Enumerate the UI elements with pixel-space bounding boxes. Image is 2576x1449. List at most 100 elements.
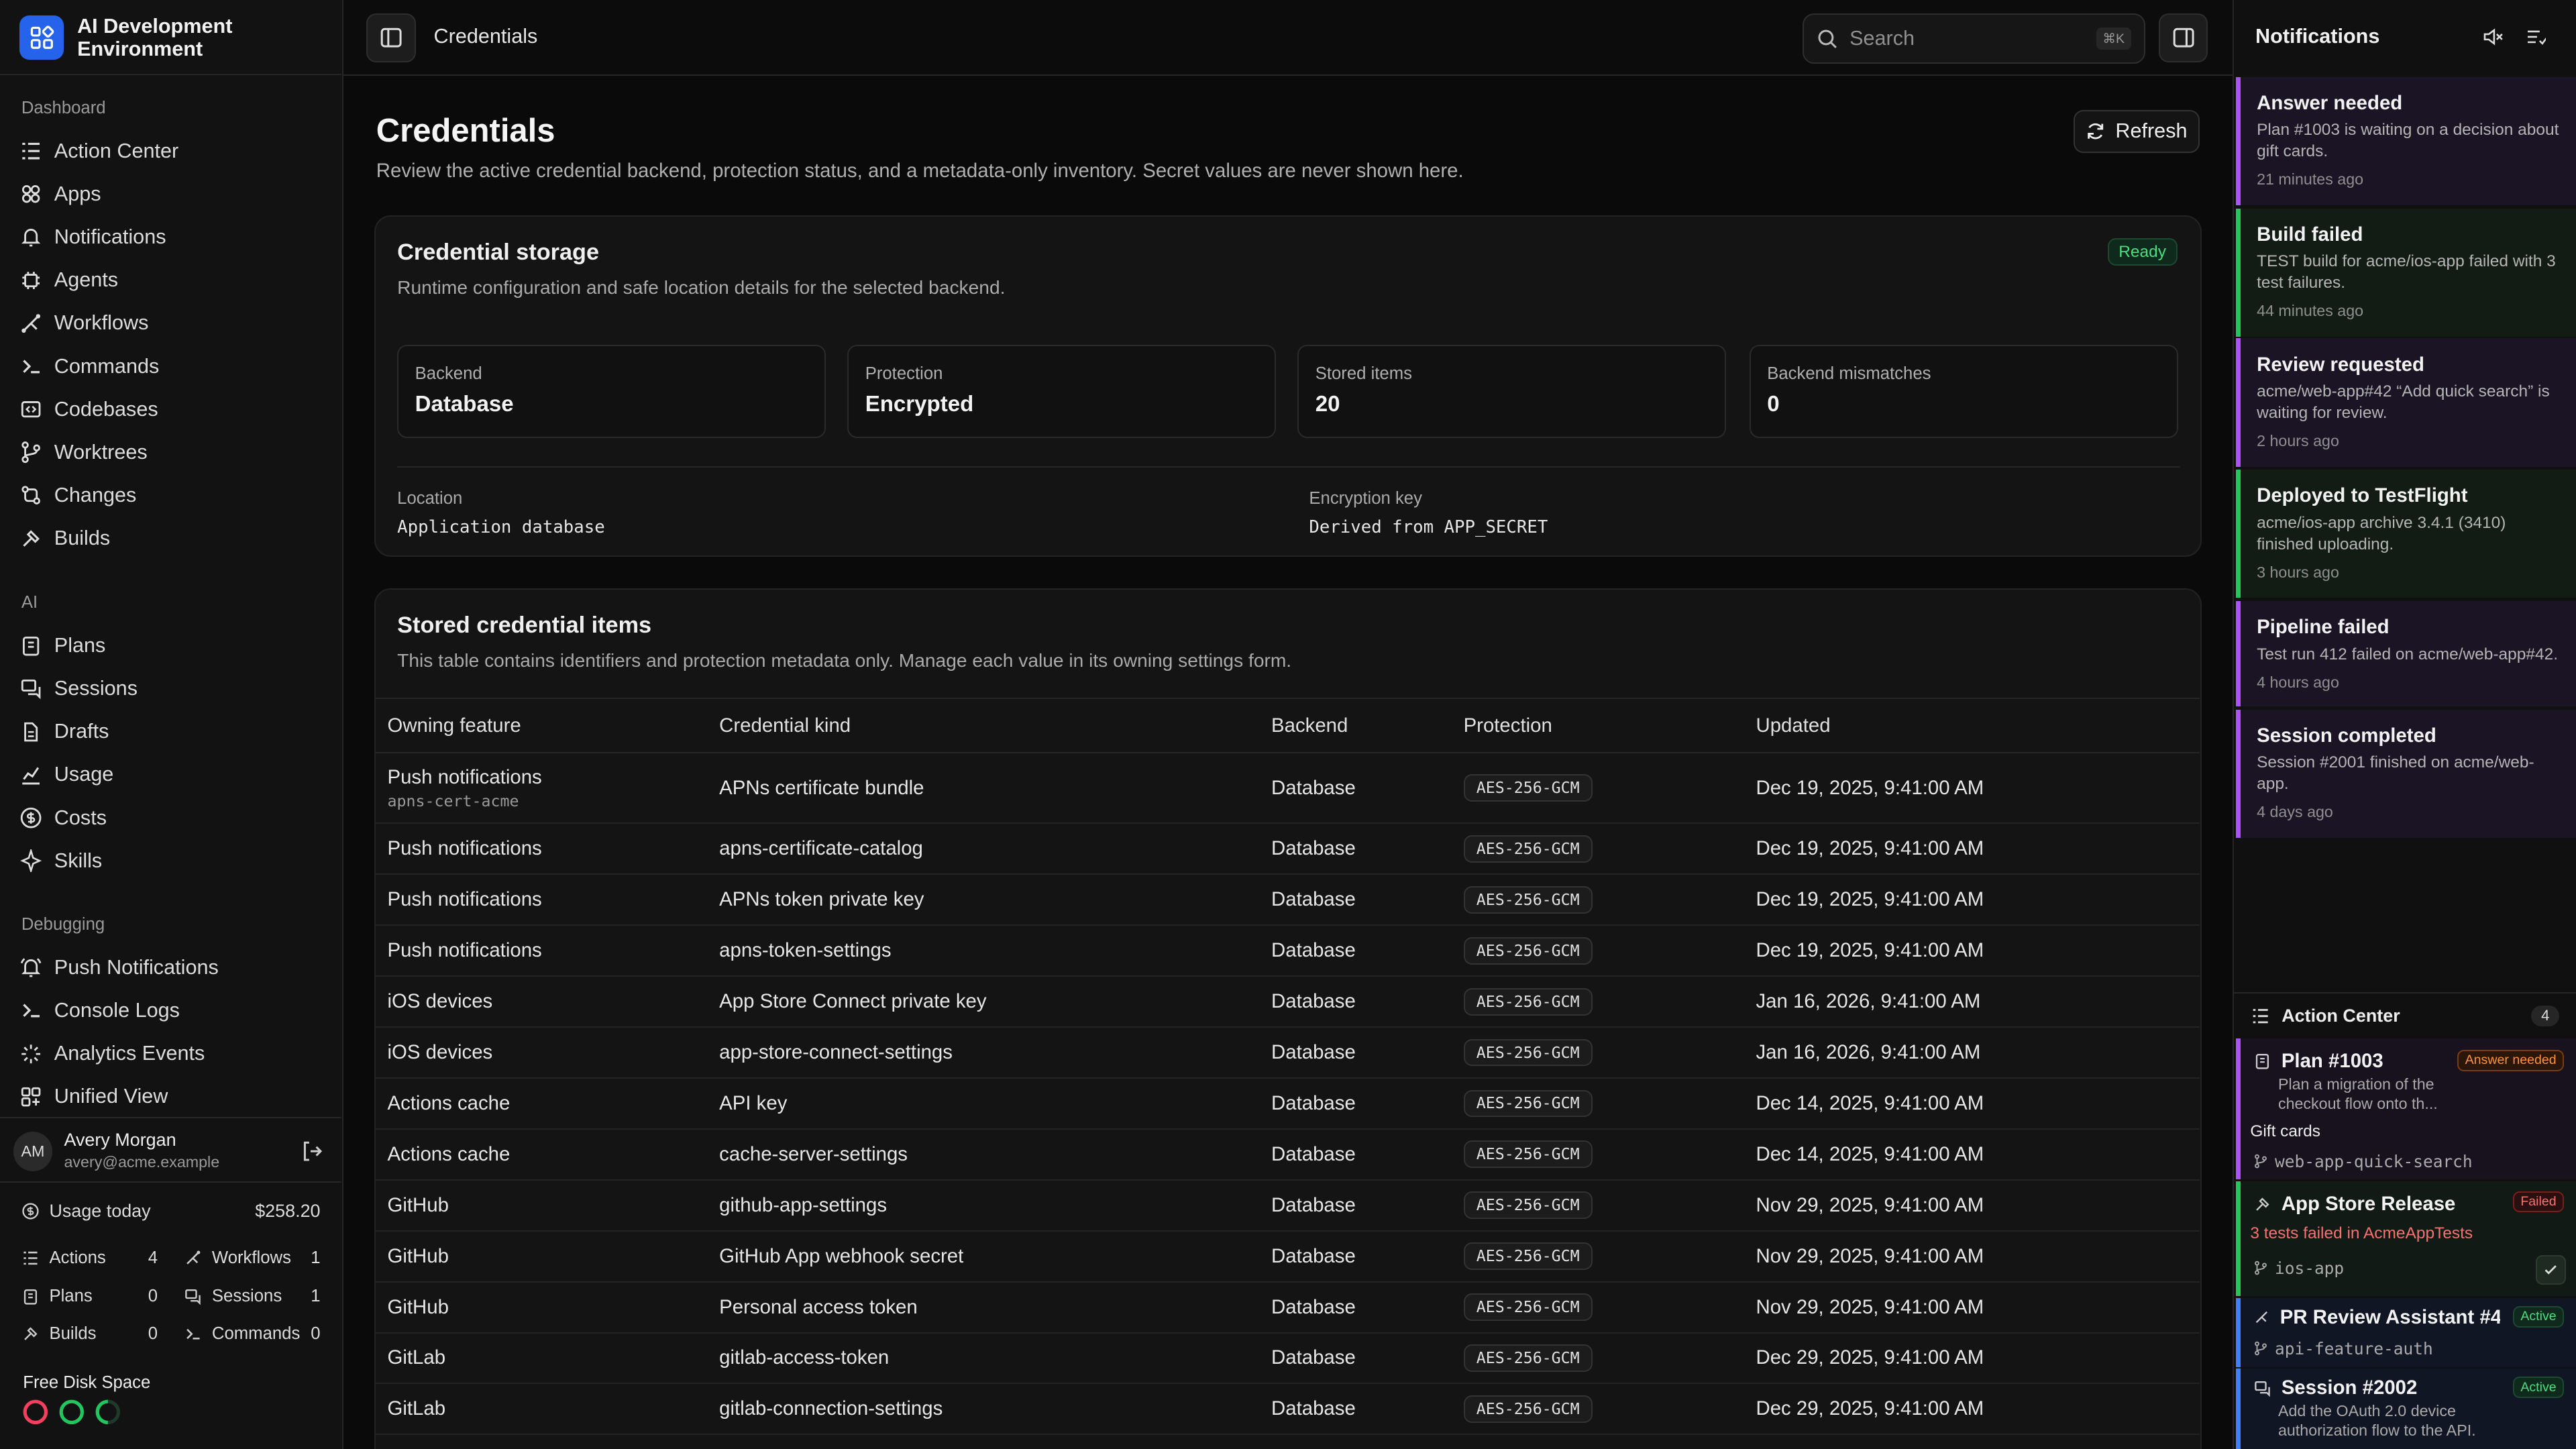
notification-item[interactable]: Answer needed Plan #1003 is waiting on a … (2235, 77, 2576, 206)
section-ai: AI (21, 593, 38, 612)
stat-commands[interactable]: Commands 0 (184, 1324, 321, 1344)
feature-name: iOS devices (387, 990, 493, 1013)
sidebar-item-worktrees[interactable]: Worktrees (19, 435, 325, 471)
usage-today[interactable]: Usage today $258.20 (21, 1201, 321, 1222)
feature-identifier: apns-cert-acme (387, 792, 519, 810)
notification-item[interactable]: Deployed to TestFlight acme/ios-app archi… (2235, 470, 2576, 598)
cell-protection: AES-256-GCM (1452, 753, 1745, 824)
sidebar-item-commands[interactable]: Commands (19, 348, 325, 384)
sidebar-item-apps[interactable]: Apps (19, 176, 325, 213)
usage-amount: $258.20 (255, 1201, 321, 1222)
mark-all-read-icon[interactable] (2525, 26, 2546, 48)
notifications-panel: Notifications Answer needed Plan #1003 is… (2233, 0, 2576, 1449)
sidebar-item-drafts[interactable]: Drafts (19, 714, 325, 750)
stat-plans[interactable]: Plans 0 (21, 1287, 158, 1306)
toggle-notifications-button[interactable] (2158, 13, 2208, 63)
search-input[interactable]: Search ⌘K (1802, 13, 2146, 64)
notification-item[interactable]: Pipeline failed Test run 412 failed on ac… (2235, 601, 2576, 707)
table-row[interactable]: GitLab gitlab-access-token Database AES-256… (376, 1332, 2200, 1385)
workflow-icon (2256, 1311, 2268, 1324)
logout-icon[interactable] (301, 1140, 323, 1163)
feature-name: Push notifications (387, 837, 542, 860)
sidebar-item-workflows[interactable]: Workflows (19, 305, 325, 341)
clipboard-icon (23, 1289, 37, 1305)
sidebar: AI Development Environment Dashboard Act… (0, 0, 343, 1449)
stat-actions[interactable]: Actions 4 (21, 1248, 158, 1268)
sidebar-item-console-logs[interactable]: Console Logs (19, 993, 325, 1029)
sidebar-item-analytics-events[interactable]: Analytics Events (19, 1036, 325, 1072)
sidebar-item-changes[interactable]: Changes (19, 478, 325, 514)
sidebar-item-plans[interactable]: Plans (19, 628, 325, 664)
sidebar-item-push-notifications[interactable]: Push Notifications (19, 950, 325, 986)
table-row[interactable]: GitLab gitlab-connection-settings Database… (376, 1383, 2200, 1436)
notification-title: Deployed to TestFlight (2257, 484, 2468, 507)
sidebar-item-label: Console Logs (54, 999, 180, 1022)
refresh-button[interactable]: Refresh (2073, 110, 2200, 153)
table-row[interactable]: GitHub Personal access token Database AES-2… (376, 1281, 2200, 1334)
sidebar-item-costs[interactable]: Costs (19, 800, 325, 836)
clipboard-icon (2256, 1054, 2269, 1070)
git-branch-icon (2255, 1342, 2267, 1356)
table-row[interactable]: Push notifications apns-certificate-catal… (376, 823, 2200, 875)
table-row[interactable]: iOS devices App Store Connect private key… (376, 976, 2200, 1028)
approve-button[interactable] (2536, 1255, 2566, 1285)
disk-usage-rings[interactable] (21, 1398, 121, 1426)
list-check-icon (22, 142, 40, 160)
cell-kind: APNs token private key (708, 874, 1260, 926)
table-row[interactable]: Push notifications APNs token private key… (376, 874, 2200, 926)
sidebar-item-agents[interactable]: Agents (19, 262, 325, 299)
protection-badge: AES-256-GCM (1463, 835, 1593, 863)
action-item-session[interactable]: Session #2002 Active Add the OAuth 2.0 d… (2235, 1368, 2576, 1449)
notification-item[interactable]: Review requested acme/web-app#42 “Add qui… (2235, 338, 2576, 467)
location-label: Location (397, 489, 463, 508)
action-item-release[interactable]: App Store Release Failed 3 tests failed … (2235, 1181, 2576, 1297)
cell-kind: GitHub App webhook secret (708, 1230, 1260, 1283)
user-profile[interactable]: AM Avery Morgan avery@acme.example (0, 1117, 342, 1183)
stat-sessions[interactable]: Sessions 1 (184, 1287, 321, 1306)
table-row[interactable]: Actions cache cache-server-settings Databa… (376, 1128, 2200, 1181)
cell-updated: Dec 14, 2025, 9:41:00 AM (1744, 1077, 2200, 1130)
sidebar-item-label: Usage (54, 763, 114, 786)
stat-builds[interactable]: Builds 0 (21, 1324, 158, 1344)
sidebar-item-skills[interactable]: Skills (19, 843, 325, 879)
git-branch-icon (21, 441, 41, 464)
column-header: Credential kind (708, 698, 1260, 754)
search-shortcut: ⌘K (2096, 27, 2131, 50)
cell-feature: Push notifications apns-cert-acme (376, 753, 708, 824)
cpu-icon (22, 271, 40, 289)
cell-updated: Dec 14, 2025, 9:41:00 AM (1744, 1128, 2200, 1181)
notification-item[interactable]: Session completed Session #2001 finished … (2235, 709, 2576, 838)
sidebar-item-codebases[interactable]: Codebases (19, 391, 325, 427)
table-row[interactable]: iOS devices app-store-connect-settings Dat… (376, 1027, 2200, 1079)
action-item-plan[interactable]: Plan #1003 Answer needed Plan a migratio… (2235, 1038, 2576, 1180)
sidebar-item-sessions[interactable]: Sessions (19, 671, 325, 707)
stat-workflows[interactable]: Workflows 1 (184, 1248, 321, 1268)
metric-value: Encrypted (865, 392, 974, 417)
action-center-header[interactable]: Action Center 4 (2234, 992, 2576, 1038)
table-row[interactable]: Push notifications apns-cert-acme APNs cer… (376, 753, 2200, 824)
brand[interactable]: AI Development Environment (19, 13, 274, 62)
table-row[interactable]: Actions cache API key Database AES-256-GCM D… (376, 1077, 2200, 1130)
action-item-pr-review[interactable]: PR Review Assistant #4... Active api-fea… (2235, 1297, 2576, 1367)
stat-value: 0 (148, 1324, 158, 1343)
table-row[interactable]: GitHub GitHub App webhook secret Database A… (376, 1230, 2200, 1283)
sidebar-item-notifications[interactable]: Notifications (19, 219, 325, 256)
usage-label: Usage today (49, 1201, 151, 1222)
feature-name: GitLab (387, 1346, 446, 1369)
table-row[interactable]: GitHub github-app-settings Database AES-256… (376, 1179, 2200, 1232)
sidebar-item-label: Plans (54, 633, 106, 657)
toggle-sidebar-button[interactable] (366, 13, 416, 63)
mute-icon[interactable] (2482, 26, 2504, 48)
items-subtitle: This table contains identifiers and prot… (397, 650, 1292, 672)
feature-name: Actions cache (387, 1091, 511, 1114)
sidebar-item-usage[interactable]: Usage (19, 757, 325, 793)
sidebar-item-unified-view[interactable]: Unified View (19, 1079, 325, 1115)
table-row[interactable]: Push notifications apns-token-settings Dat… (376, 925, 2200, 977)
sidebar-item-action-center[interactable]: Action Center (19, 133, 325, 169)
sidebar-item-builds[interactable]: Builds (19, 521, 325, 557)
storage-subtitle: Runtime configuration and safe location … (397, 277, 1006, 299)
notification-item[interactable]: Build failed TEST build for acme/ios-app … (2235, 209, 2576, 337)
storage-title: Credential storage (397, 239, 600, 266)
action-center-title: Action Center (2282, 1005, 2400, 1026)
action-item-title: Session #2002 (2281, 1377, 2418, 1399)
